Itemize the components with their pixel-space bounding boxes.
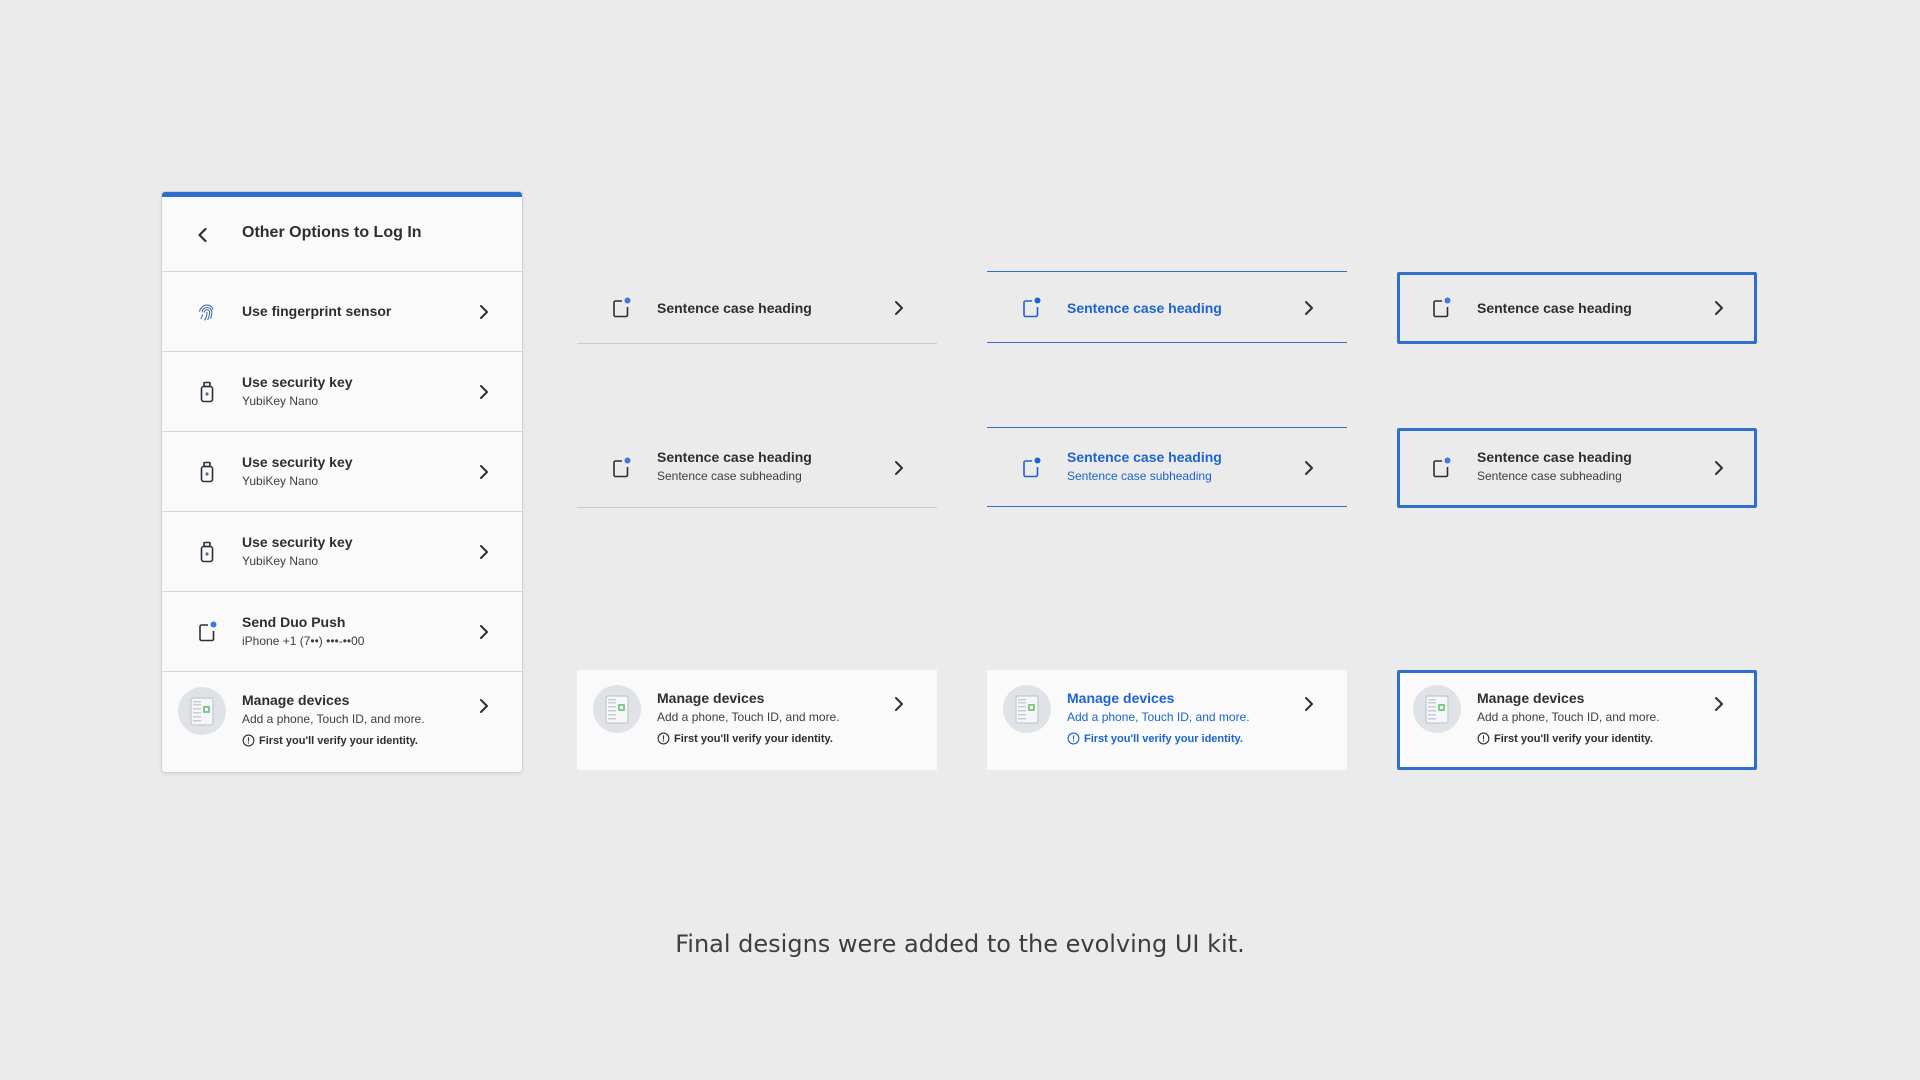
option-subtitle: YubiKey Nano (242, 394, 319, 408)
phone-push-icon (1433, 297, 1451, 318)
chevron-right-icon (480, 545, 488, 559)
phone-push-icon (1023, 457, 1041, 478)
item-heading: Sentence case heading (657, 449, 812, 465)
option-security-key[interactable]: Use security key YubiKey Nano (162, 432, 522, 512)
item-focus-double[interactable]: Sentence case heading Sentence case subh… (1397, 428, 1757, 508)
devices-illustration-icon (1413, 685, 1461, 733)
option-security-key[interactable]: Use security key YubiKey Nano (162, 352, 522, 432)
chevron-right-icon (1305, 461, 1313, 475)
option-subtitle: YubiKey Nano (242, 554, 319, 568)
manage-subtitle: Add a phone, Touch ID, and more. (1477, 710, 1660, 724)
manage-title: Manage devices (242, 692, 350, 708)
chevron-right-icon (480, 305, 488, 319)
security-key-icon (200, 461, 214, 483)
info-icon (1067, 732, 1080, 745)
option-fingerprint[interactable]: Use fingerprint sensor (162, 272, 522, 352)
chevron-right-icon (1715, 697, 1723, 711)
chevron-right-icon (1305, 301, 1313, 315)
item-subheading: Sentence case subheading (657, 469, 802, 483)
phone-push-icon (1433, 457, 1451, 478)
security-key-icon (200, 541, 214, 563)
caption: Final designs were added to the evolving… (675, 930, 1245, 958)
chevron-right-icon (480, 385, 488, 399)
chevron-right-icon (895, 697, 903, 711)
phone-push-icon (613, 297, 631, 318)
phone-push-icon (613, 457, 631, 478)
option-duo-push[interactable]: Send Duo Push iPhone +1 (7••) •••-••00 (162, 592, 522, 672)
option-title: Send Duo Push (242, 614, 346, 630)
chevron-right-icon (1715, 301, 1723, 315)
item-heading: Sentence case heading (1067, 449, 1222, 465)
item-subheading: Sentence case subheading (1067, 469, 1212, 483)
back-chevron-icon[interactable] (192, 224, 214, 246)
manage-title: Manage devices (1477, 690, 1585, 706)
option-security-key[interactable]: Use security key YubiKey Nano (162, 512, 522, 592)
manage-subtitle: Add a phone, Touch ID, and more. (1067, 710, 1250, 724)
devices-illustration-icon (593, 685, 641, 733)
info-icon (242, 734, 255, 747)
verify-note: First you'll verify your identity. (242, 734, 418, 747)
panel-header: Other Options to Log In (162, 197, 522, 272)
manage-default[interactable]: Manage devices Add a phone, Touch ID, an… (577, 670, 937, 770)
info-icon (657, 732, 670, 745)
verify-note: First you'll verify your identity. (1067, 732, 1243, 745)
item-focus-single[interactable]: Sentence case heading (1397, 272, 1757, 344)
item-heading: Sentence case heading (1477, 449, 1632, 465)
item-default-single[interactable]: Sentence case heading (577, 272, 937, 344)
item-hover-double[interactable]: Sentence case heading Sentence case subh… (987, 427, 1347, 507)
verify-note: First you'll verify your identity. (1477, 732, 1653, 745)
manage-hover[interactable]: Manage devices Add a phone, Touch ID, an… (987, 670, 1347, 770)
manage-title: Manage devices (1067, 690, 1175, 706)
devices-illustration-icon (1003, 685, 1051, 733)
item-hover-single[interactable]: Sentence case heading (987, 271, 1347, 343)
item-heading: Sentence case heading (657, 300, 812, 316)
option-title: Use security key (242, 374, 353, 390)
verify-note-text: First you'll verify your identity. (1084, 732, 1243, 745)
option-subtitle: YubiKey Nano (242, 474, 319, 488)
phone-push-icon (199, 621, 217, 642)
chevron-right-icon (480, 625, 488, 639)
chevron-right-icon (480, 465, 488, 479)
option-subtitle: iPhone +1 (7••) •••-••00 (242, 634, 365, 648)
option-title: Use fingerprint sensor (242, 303, 392, 319)
phone-push-icon (1023, 297, 1041, 318)
manage-subtitle: Add a phone, Touch ID, and more. (657, 710, 840, 724)
chevron-right-icon (895, 301, 903, 315)
option-title: Use security key (242, 534, 353, 550)
chevron-right-icon (1305, 697, 1313, 711)
devices-illustration-icon (178, 687, 226, 735)
chevron-right-icon (1715, 461, 1723, 475)
manage-subtitle: Add a phone, Touch ID, and more. (242, 712, 425, 726)
chevron-right-icon (480, 699, 488, 713)
security-key-icon (200, 381, 214, 403)
option-title: Use security key (242, 454, 353, 470)
item-default-double[interactable]: Sentence case heading Sentence case subh… (577, 428, 937, 508)
fingerprint-icon (199, 304, 214, 321)
verify-note: First you'll verify your identity. (657, 732, 833, 745)
manage-title: Manage devices (657, 690, 765, 706)
manage-focus[interactable]: Manage devices Add a phone, Touch ID, an… (1397, 670, 1757, 770)
info-icon (1477, 732, 1490, 745)
item-subheading: Sentence case subheading (1477, 469, 1622, 483)
login-options-panel: Other Options to Log In Use fingerprint … (162, 192, 522, 772)
item-heading: Sentence case heading (1477, 300, 1632, 316)
option-manage-devices[interactable]: Manage devices Add a phone, Touch ID, an… (162, 672, 522, 772)
item-heading: Sentence case heading (1067, 300, 1222, 316)
verify-note-text: First you'll verify your identity. (1494, 732, 1653, 745)
verify-note-text: First you'll verify your identity. (674, 732, 833, 745)
verify-note-text: First you'll verify your identity. (259, 734, 418, 747)
panel-title: Other Options to Log In (242, 224, 422, 241)
chevron-right-icon (895, 461, 903, 475)
